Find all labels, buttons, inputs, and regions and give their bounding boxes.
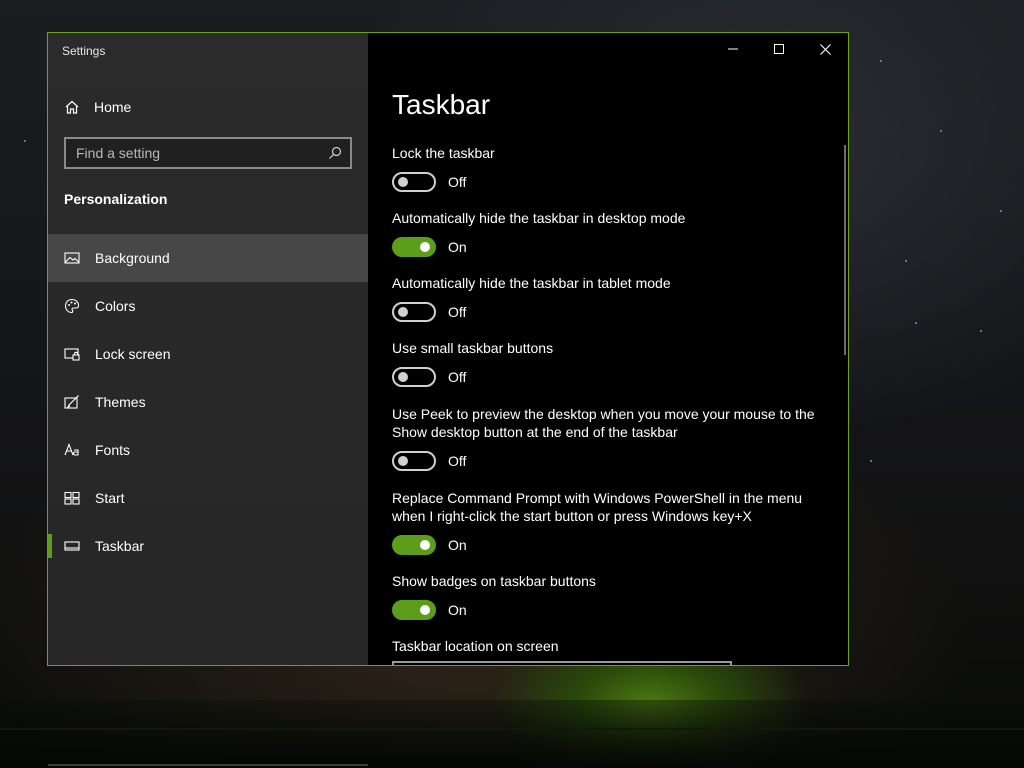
toggle-state: On (448, 602, 467, 618)
sidebar-item-start[interactable]: Start (48, 474, 368, 522)
scrollbar[interactable] (844, 145, 846, 355)
setting-label: Use small taskbar buttons (392, 340, 554, 356)
picture-icon (64, 252, 80, 264)
setting-small-buttons: Use small taskbar buttons Off (392, 339, 832, 387)
setting-peek: Use Peek to preview the desktop when you… (392, 405, 832, 471)
sidebar-item-label: Lock screen (95, 346, 171, 362)
sidebar-item-label: Fonts (95, 442, 131, 458)
content-pane: Taskbar Lock the taskbar Off Automatical… (368, 33, 848, 665)
taskbar-location-dropdown[interactable] (392, 661, 732, 665)
powershell-toggle[interactable] (392, 535, 436, 555)
sidebar-item-fonts[interactable]: Fonts (48, 426, 368, 474)
app-title: Settings (62, 44, 106, 58)
setting-label: Automatically hide the taskbar in deskto… (392, 210, 686, 226)
toggle-state: On (448, 239, 467, 255)
sidebar-nav: Background Colors Lock screen Themes Fon… (48, 234, 368, 570)
palette-icon (64, 298, 80, 314)
setting-label: Use Peek to preview the desktop when you… (392, 406, 815, 440)
home-icon (65, 100, 79, 114)
sidebar-item-label: Themes (95, 394, 146, 410)
section-title: Personalization (64, 191, 168, 207)
sidebar-item-label: Taskbar (95, 538, 145, 554)
sidebar-item-background[interactable]: Background (48, 234, 368, 282)
sidebar: Settings Home Personalization Background (48, 33, 368, 665)
sidebar-item-taskbar[interactable]: Taskbar (48, 522, 368, 570)
minimize-button[interactable] (710, 33, 756, 65)
toggle-state: On (448, 537, 467, 553)
sidebar-item-label: Colors (95, 298, 136, 314)
sidebar-item-themes[interactable]: Themes (48, 378, 368, 426)
maximize-button[interactable] (756, 33, 802, 65)
start-icon (64, 491, 80, 505)
toggle-state: Off (448, 304, 467, 320)
sidebar-item-label: Start (95, 490, 125, 506)
setting-label: Show badges on taskbar buttons (392, 573, 596, 589)
brush-icon (64, 395, 79, 409)
font-icon (64, 442, 79, 456)
setting-label: Lock the taskbar (392, 145, 495, 161)
lock-screen-icon (64, 348, 80, 361)
setting-lock-taskbar: Lock the taskbar Off (392, 144, 832, 192)
sidebar-item-colors[interactable]: Colors (48, 282, 368, 330)
caption-buttons (710, 33, 848, 65)
toggle-state: Off (448, 369, 467, 385)
close-button[interactable] (802, 33, 848, 65)
search-icon[interactable] (328, 146, 342, 160)
toggle-state: Off (448, 174, 467, 190)
home-nav-item[interactable]: Home (48, 91, 368, 123)
setting-autohide-desktop: Automatically hide the taskbar in deskto… (392, 209, 832, 257)
autohide-desktop-toggle[interactable] (392, 237, 436, 257)
taskbar-icon (64, 541, 80, 551)
setting-location: Taskbar location on screen (392, 637, 832, 655)
maximize-icon (774, 44, 784, 54)
small-buttons-toggle[interactable] (392, 367, 436, 387)
close-icon (819, 43, 831, 55)
minimize-icon (728, 48, 738, 50)
search-box[interactable] (64, 137, 352, 169)
badges-toggle[interactable] (392, 600, 436, 620)
peek-toggle[interactable] (392, 451, 436, 471)
sidebar-item-label: Background (95, 250, 170, 266)
sidebar-item-lock-screen[interactable]: Lock screen (48, 330, 368, 378)
setting-label: Automatically hide the taskbar in tablet… (392, 275, 671, 291)
taskbar-location-label: Taskbar location on screen (392, 638, 559, 654)
page-title: Taskbar (392, 89, 491, 120)
search-input[interactable] (76, 145, 316, 161)
setting-autohide-tablet: Automatically hide the taskbar in tablet… (392, 274, 832, 322)
toggle-state: Off (448, 453, 467, 469)
home-label: Home (94, 99, 132, 115)
autohide-tablet-toggle[interactable] (392, 302, 436, 322)
settings-window: Settings Home Personalization Background (47, 32, 849, 666)
lock-taskbar-toggle[interactable] (392, 172, 436, 192)
setting-badges: Show badges on taskbar buttons On (392, 572, 832, 620)
setting-powershell: Replace Command Prompt with Windows Powe… (392, 489, 832, 555)
setting-label: Replace Command Prompt with Windows Powe… (392, 490, 803, 524)
